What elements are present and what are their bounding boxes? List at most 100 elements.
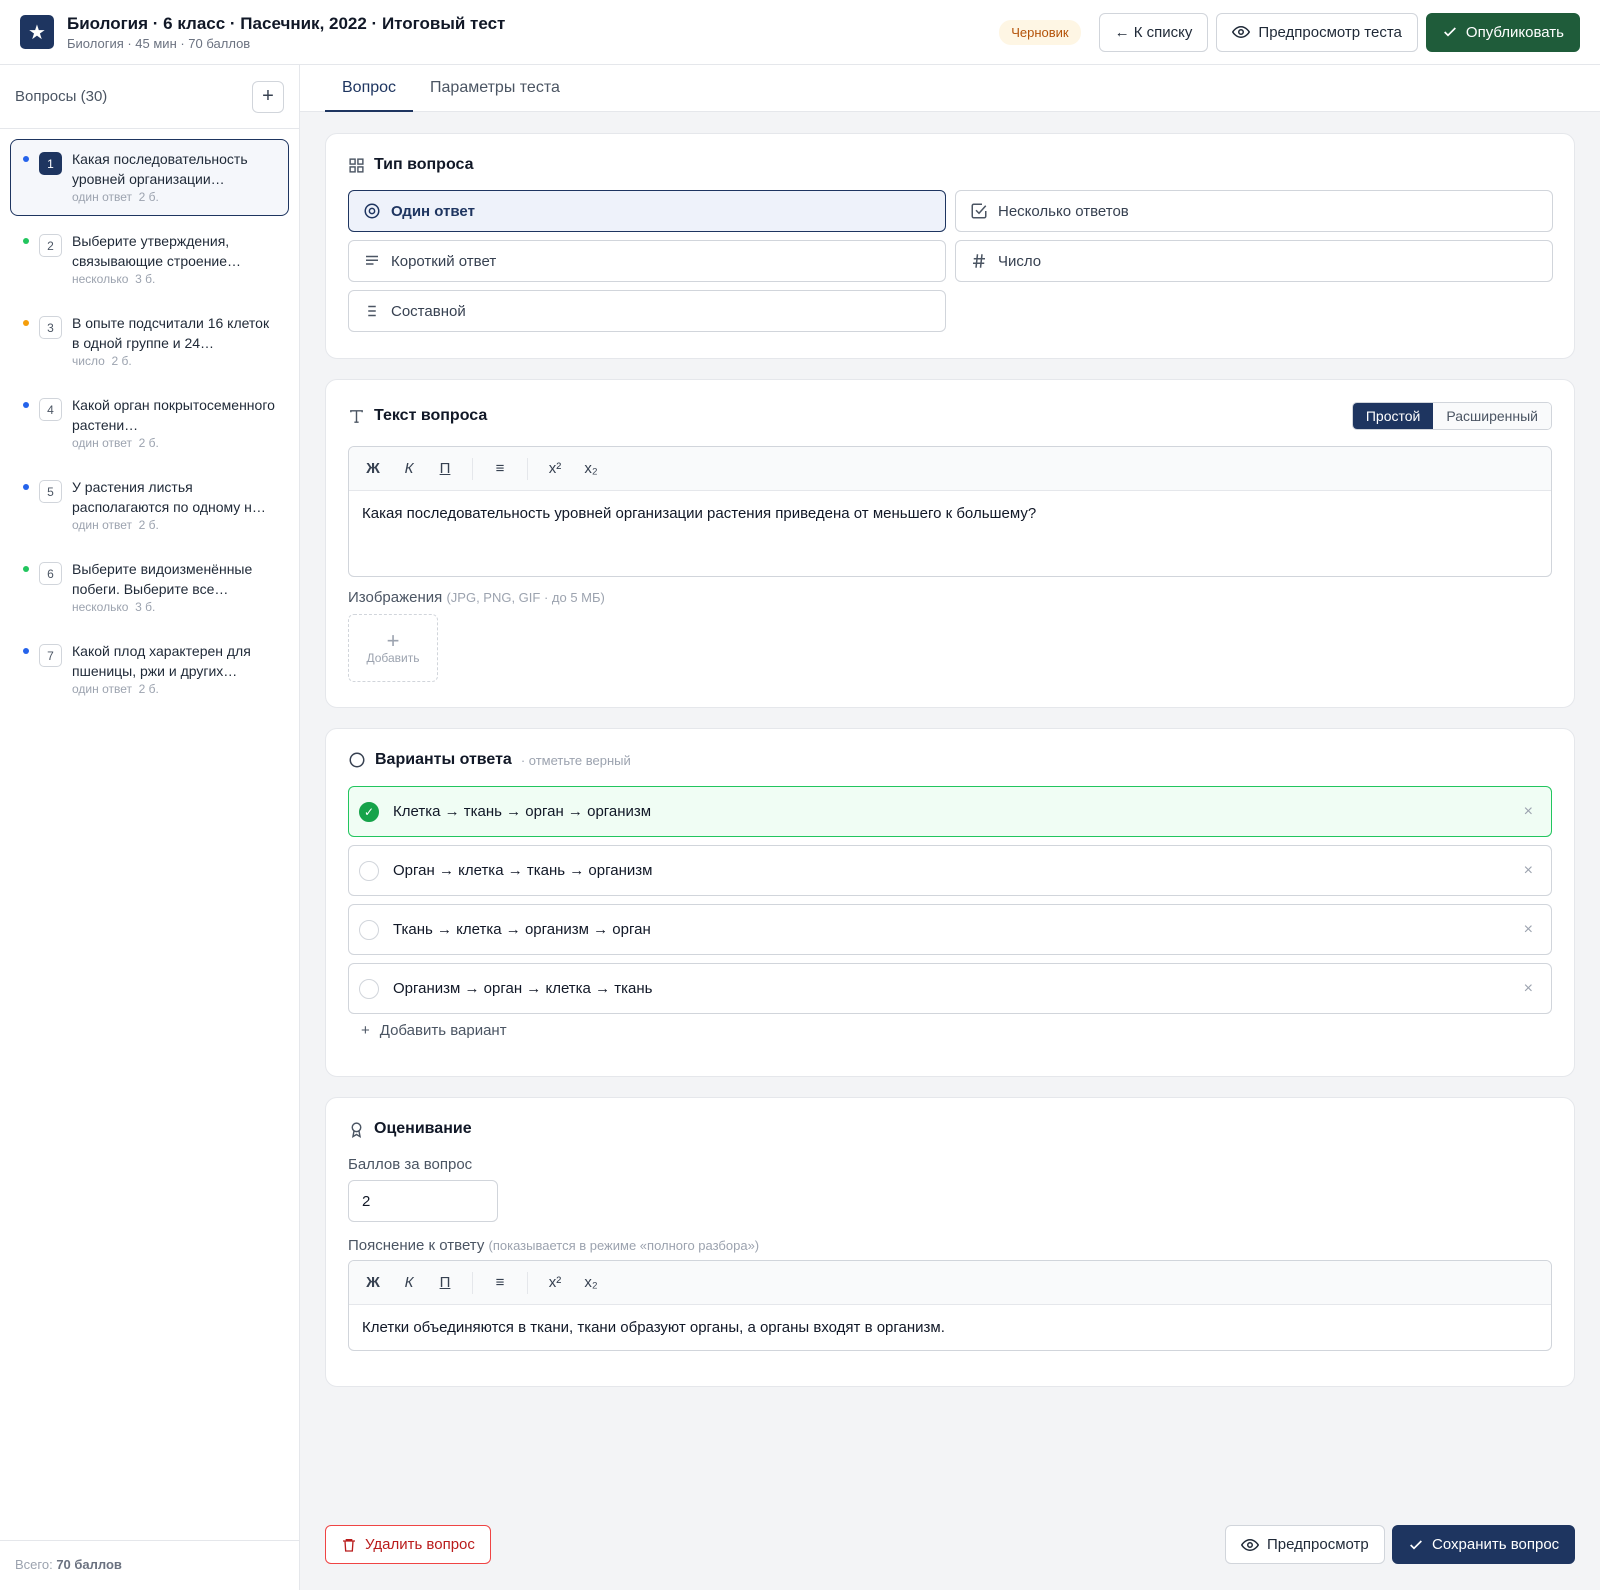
type-single-answer[interactable]: Один ответ bbox=[348, 190, 946, 232]
check-icon bbox=[1410, 1539, 1422, 1550]
question-number: 5 bbox=[39, 480, 62, 503]
correct-check-icon[interactable]: ✓ bbox=[359, 801, 379, 822]
tab-test-params[interactable]: Параметры теста bbox=[413, 65, 577, 112]
preview-test-label: Предпросмотр теста bbox=[1258, 23, 1402, 41]
question-item-3[interactable]: 3 В опыте подсчитали 16 клеток в одной г… bbox=[10, 303, 289, 380]
explanation-editor: Ж К П ≡ x² x₂ Клетки объединяются в ткан… bbox=[348, 1260, 1552, 1351]
radio-target-icon bbox=[364, 203, 380, 219]
sidebar-header: Вопросы (30) + bbox=[0, 65, 299, 129]
remove-option-icon[interactable]: × bbox=[1524, 803, 1533, 821]
checkbox-icon bbox=[971, 203, 987, 219]
list-button[interactable]: ≡ bbox=[484, 454, 516, 484]
question-number: 1 bbox=[39, 152, 62, 175]
italic-button[interactable]: К bbox=[393, 1268, 425, 1298]
question-item-7[interactable]: 7 Какой плод характерен для пшеницы, ржи… bbox=[10, 631, 289, 708]
type-multiple-answers[interactable]: Несколько ответов bbox=[955, 190, 1553, 232]
answer-text[interactable]: Клетка → ткань → орган → организм bbox=[393, 803, 1524, 820]
star-logo-icon: ★ bbox=[20, 15, 54, 49]
remove-option-icon[interactable]: × bbox=[1524, 862, 1533, 880]
question-item-4[interactable]: 4 Какой орган покрытосеменного растени… … bbox=[10, 385, 289, 462]
add-question-button[interactable]: + bbox=[252, 80, 284, 113]
mode-simple[interactable]: Простой bbox=[1352, 403, 1434, 429]
type-dot bbox=[23, 320, 29, 326]
type-dot bbox=[23, 402, 29, 408]
publish-button[interactable]: Опубликовать bbox=[1425, 12, 1580, 52]
answer-option-2[interactable]: Орган → клетка → ткань → организм × bbox=[348, 845, 1552, 896]
type-compound[interactable]: Составной bbox=[348, 290, 946, 332]
question-meta: число 2 б. bbox=[72, 354, 132, 368]
trash-icon bbox=[343, 1538, 355, 1552]
list-button[interactable]: ≡ bbox=[484, 1268, 516, 1298]
editor-mode-toggle: Простой Расширенный bbox=[1351, 402, 1552, 430]
delete-question-button[interactable]: Удалить вопрос bbox=[325, 1525, 491, 1564]
plus-icon: + bbox=[386, 628, 400, 653]
question-item-5[interactable]: 5 У растения листья располагаются по одн… bbox=[10, 467, 289, 544]
question-item-6[interactable]: 6 Выберите видоизменённые побеги. Выбери… bbox=[10, 549, 289, 626]
add-option-button[interactable]: + Добавить вариант bbox=[348, 1022, 1552, 1039]
answer-option-1[interactable]: ✓ Клетка → ткань → орган → организм × bbox=[348, 786, 1552, 837]
underline-button[interactable]: П bbox=[429, 454, 461, 484]
type-dot bbox=[23, 156, 29, 162]
status-badge: Черновик bbox=[999, 19, 1081, 45]
bold-button[interactable]: Ж bbox=[357, 1268, 389, 1298]
italic-button[interactable]: К bbox=[393, 454, 425, 484]
type-short-answer[interactable]: Короткий ответ bbox=[348, 240, 946, 282]
answer-text[interactable]: Орган → клетка → ткань → организм bbox=[393, 862, 1524, 879]
preview-button[interactable]: Предпросмотр bbox=[1225, 1525, 1385, 1564]
answer-text[interactable]: Организм → орган → клетка → ткань bbox=[393, 980, 1524, 997]
question-item-2[interactable]: 2 Выберите утверждения, связывающие стро… bbox=[10, 221, 289, 298]
preview-test-button[interactable]: Предпросмотр теста bbox=[1216, 12, 1418, 52]
superscript-button[interactable]: x² bbox=[539, 454, 571, 484]
question-meta: несколько 3 б. bbox=[72, 272, 156, 286]
points-input[interactable]: 2 bbox=[348, 1180, 498, 1222]
answer-option-3[interactable]: Ткань → клетка → организм → орган × bbox=[348, 904, 1552, 955]
explanation-label: Пояснение к ответу (показывается в режим… bbox=[348, 1237, 760, 1254]
underline-button[interactable]: П bbox=[429, 1268, 461, 1298]
back-to-list-button[interactable]: ← К списку bbox=[1098, 12, 1209, 52]
answer-text[interactable]: Ткань → клетка → организм → орган bbox=[393, 921, 1524, 938]
explanation-input[interactable]: Клетки объединяются в ткани, ткани образ… bbox=[349, 1305, 1551, 1350]
subscript-button[interactable]: x₂ bbox=[575, 1268, 607, 1298]
subscript-button[interactable]: x₂ bbox=[575, 454, 607, 484]
total-points: Всего: 70 баллов bbox=[0, 1540, 299, 1590]
card-title: Оценивание bbox=[348, 1120, 1552, 1138]
images-label: Изображения (JPG, PNG, GIF · до 5 МБ) bbox=[348, 589, 605, 606]
remove-option-icon[interactable]: × bbox=[1524, 921, 1533, 939]
superscript-button[interactable]: x² bbox=[539, 1268, 571, 1298]
question-meta: один ответ 2 б. bbox=[72, 190, 159, 204]
points-label: Баллов за вопрос bbox=[348, 1156, 473, 1173]
radio-icon[interactable] bbox=[359, 860, 379, 881]
toolbar-divider bbox=[527, 457, 528, 480]
add-image-button[interactable]: + Добавить bbox=[348, 614, 438, 682]
plus-icon: + bbox=[361, 1022, 370, 1039]
question-meta: один ответ 2 б. bbox=[72, 436, 159, 450]
publish-label: Опубликовать bbox=[1465, 23, 1564, 41]
text-icon bbox=[350, 409, 363, 423]
hash-icon bbox=[973, 254, 985, 268]
answers-hint: · отметьте верный bbox=[520, 752, 631, 768]
question-number: 2 bbox=[39, 234, 62, 257]
page-title: Биология · 6 класс · Пасечник, 2022 · Ит… bbox=[67, 13, 506, 33]
bold-button[interactable]: Ж bbox=[357, 454, 389, 484]
question-text-input[interactable]: Какая последовательность уровней организ… bbox=[349, 491, 1551, 536]
tab-question[interactable]: Вопрос bbox=[325, 65, 414, 112]
top-header: ★ Биология · 6 класс · Пасечник, 2022 · … bbox=[0, 0, 1600, 65]
question-text: Какая последовательность уровней организ… bbox=[72, 151, 248, 187]
card-title: Тип вопроса bbox=[348, 156, 1552, 174]
type-dot bbox=[23, 484, 29, 490]
question-item-1[interactable]: 1 Какая последовательность уровней орган… bbox=[10, 139, 289, 216]
remove-option-icon[interactable]: × bbox=[1524, 980, 1533, 998]
type-number[interactable]: Число bbox=[955, 240, 1553, 282]
question-text: Выберите утверждения, связывающие строен… bbox=[72, 233, 242, 269]
question-list: 1 Какая последовательность уровней орган… bbox=[0, 129, 299, 723]
radio-icon[interactable] bbox=[359, 978, 379, 999]
editor-toolbar: Ж К П ≡ x² x₂ bbox=[349, 1261, 1551, 1305]
mode-advanced[interactable]: Расширенный bbox=[1433, 403, 1551, 429]
type-options: Один ответ Несколько ответов Короткий от… bbox=[348, 190, 1553, 332]
answer-option-4[interactable]: Организм → орган → клетка → ткань × bbox=[348, 963, 1552, 1014]
question-meta: несколько 3 б. bbox=[72, 600, 156, 614]
save-question-button[interactable]: Сохранить вопрос bbox=[1392, 1525, 1576, 1564]
card-title: Варианты ответа · отметьте верный bbox=[348, 751, 1552, 769]
back-to-list-label: ← К списку bbox=[1114, 23, 1193, 41]
radio-icon[interactable] bbox=[359, 919, 379, 940]
